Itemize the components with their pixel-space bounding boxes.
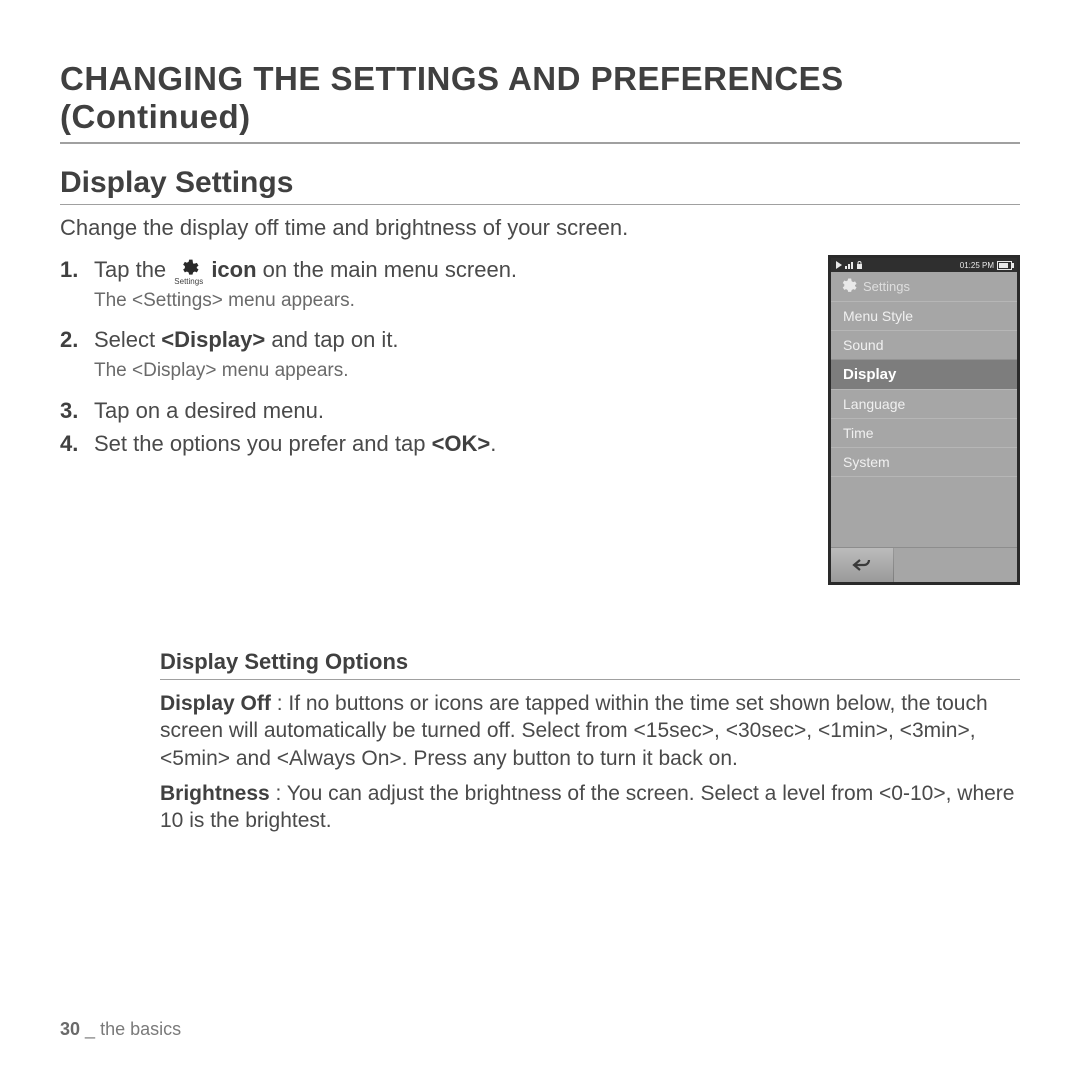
options-body: Display Off : If no buttons or icons are…	[160, 690, 1020, 834]
device-menu: Menu StyleSoundDisplayLanguageTimeSystem	[831, 301, 1017, 477]
step-4-text-a: Set the options you prefer and tap	[94, 431, 432, 456]
content-row: Tap the Settings icon on the main menu s…	[60, 255, 1020, 585]
step-3: Tap on a desired menu.	[88, 396, 810, 426]
steps-list: Tap the Settings icon on the main menu s…	[60, 255, 810, 285]
device-screenshot: 01:25 PM Settings Menu StyleSoundDisplay…	[828, 255, 1020, 585]
device-menu-item[interactable]: Display	[831, 359, 1017, 389]
page-number: 30	[60, 1019, 80, 1039]
device-menu-item[interactable]: System	[831, 447, 1017, 477]
device-menu-item[interactable]: Menu Style	[831, 301, 1017, 330]
device-bottom-bar	[831, 547, 1017, 582]
subsection-title: Display Setting Options	[160, 649, 1020, 680]
steps-column: Tap the Settings icon on the main menu s…	[60, 255, 810, 463]
manual-page: CHANGING THE SETTINGS AND PREFERENCES (C…	[0, 0, 1080, 1080]
device-clock: 01:25 PM	[960, 261, 994, 270]
device-menu-item[interactable]: Sound	[831, 330, 1017, 359]
status-left-icons	[836, 261, 863, 269]
device-header: Settings	[831, 272, 1017, 301]
status-right-icons: 01:25 PM	[960, 261, 1012, 270]
footer-separator: _	[85, 1019, 100, 1039]
step-1-text-c: on the main menu screen.	[263, 257, 517, 282]
page-footer: 30 _ the basics	[60, 1019, 181, 1040]
page-title: CHANGING THE SETTINGS AND PREFERENCES (C…	[60, 60, 1020, 144]
option-display-off: Display Off : If no buttons or icons are…	[160, 690, 1020, 772]
device-menu-item[interactable]: Language	[831, 389, 1017, 418]
back-button[interactable]	[831, 548, 894, 582]
step-1-text-a: Tap the	[94, 257, 172, 282]
option-display-off-label: Display Off	[160, 692, 271, 715]
signal-icon	[845, 261, 853, 269]
step-4-text-c: .	[490, 431, 496, 456]
step-2-sub: The <Display> menu appears.	[94, 359, 810, 384]
section-intro: Change the display off time and brightne…	[60, 215, 1020, 241]
settings-icon-label: Settings	[174, 280, 203, 285]
step-2: Select <Display> and tap on it.	[88, 325, 810, 355]
option-brightness-label: Brightness	[160, 782, 270, 805]
device-status-bar: 01:25 PM	[831, 258, 1017, 272]
lock-icon	[856, 261, 863, 269]
device-header-title: Settings	[863, 279, 910, 294]
steps-list-cont: Select <Display> and tap on it.	[60, 325, 810, 355]
section-title: Display Settings	[60, 166, 1020, 205]
step-2-text-c: and tap on it.	[265, 327, 398, 352]
gear-icon	[179, 258, 199, 278]
step-4: Set the options you prefer and tap <OK>.	[88, 429, 810, 459]
step-2-text-a: Select	[94, 327, 161, 352]
step-1-text-b: icon	[211, 257, 256, 282]
footer-section: the basics	[100, 1019, 181, 1039]
step-4-text-b: <OK>	[432, 431, 491, 456]
battery-icon	[997, 261, 1012, 270]
option-brightness-text: : You can adjust the brightness of the s…	[160, 782, 1014, 832]
gear-icon	[839, 277, 857, 295]
steps-list-cont2: Tap on a desired menu. Set the options y…	[60, 396, 810, 459]
step-1-sub: The <Settings> menu appears.	[94, 289, 810, 314]
option-brightness: Brightness : You can adjust the brightne…	[160, 780, 1020, 835]
step-1: Tap the Settings icon on the main menu s…	[88, 255, 810, 285]
option-display-off-text: : If no buttons or icons are tapped with…	[160, 692, 988, 770]
device-menu-item[interactable]: Time	[831, 418, 1017, 447]
step-2-text-b: <Display>	[161, 327, 265, 352]
settings-icon: Settings	[174, 258, 203, 285]
back-arrow-icon	[851, 557, 873, 573]
play-icon	[836, 261, 842, 269]
